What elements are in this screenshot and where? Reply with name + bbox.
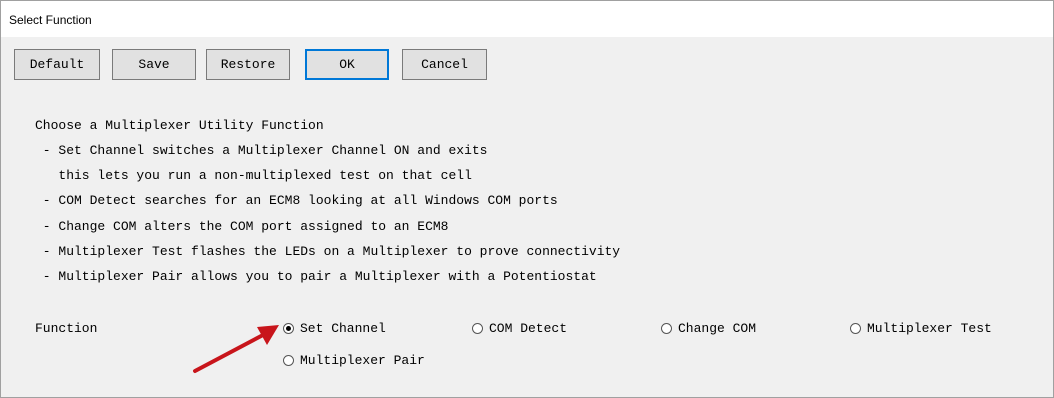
description-line: - COM Detect searches for an ECM8 lookin… (35, 193, 558, 208)
radio-label: Multiplexer Pair (300, 353, 425, 368)
description-line: - Multiplexer Test flashes the LEDs on a… (35, 244, 621, 259)
title-bar: Select Function (1, 1, 1053, 37)
radio-multiplexer-test[interactable]: Multiplexer Test (850, 321, 992, 336)
radio-unchecked-icon (850, 323, 861, 334)
ok-button[interactable]: OK (305, 49, 389, 80)
select-function-dialog: Select Function Default Save Restore OK … (0, 0, 1054, 398)
radio-label: Change COM (678, 321, 757, 336)
radio-unchecked-icon (661, 323, 672, 334)
description-line: this lets you run a non-multiplexed test… (35, 168, 472, 183)
radio-label: Multiplexer Test (867, 321, 992, 336)
radio-checked-icon (283, 323, 294, 334)
radio-label: COM Detect (489, 321, 568, 336)
radio-unchecked-icon (283, 355, 294, 366)
save-button[interactable]: Save (112, 49, 196, 80)
radio-label: Set Channel (300, 321, 386, 336)
restore-button[interactable]: Restore (206, 49, 290, 80)
description-line: - Set Channel switches a Multiplexer Cha… (35, 143, 488, 158)
window-title: Select Function (9, 13, 92, 27)
radio-com-detect[interactable]: COM Detect (472, 321, 567, 336)
description-line: - Change COM alters the COM port assigne… (35, 219, 449, 234)
default-button[interactable]: Default (14, 49, 100, 80)
radio-set-channel[interactable]: Set Channel (283, 321, 386, 336)
cancel-button[interactable]: Cancel (402, 49, 487, 80)
description-line: - Multiplexer Pair allows you to pair a … (35, 269, 597, 284)
description-heading: Choose a Multiplexer Utility Function (35, 118, 324, 133)
radio-change-com[interactable]: Change COM (661, 321, 756, 336)
function-label: Function (35, 321, 98, 336)
radio-multiplexer-pair[interactable]: Multiplexer Pair (283, 353, 425, 368)
radio-unchecked-icon (472, 323, 483, 334)
red-arrow-icon (193, 325, 279, 373)
